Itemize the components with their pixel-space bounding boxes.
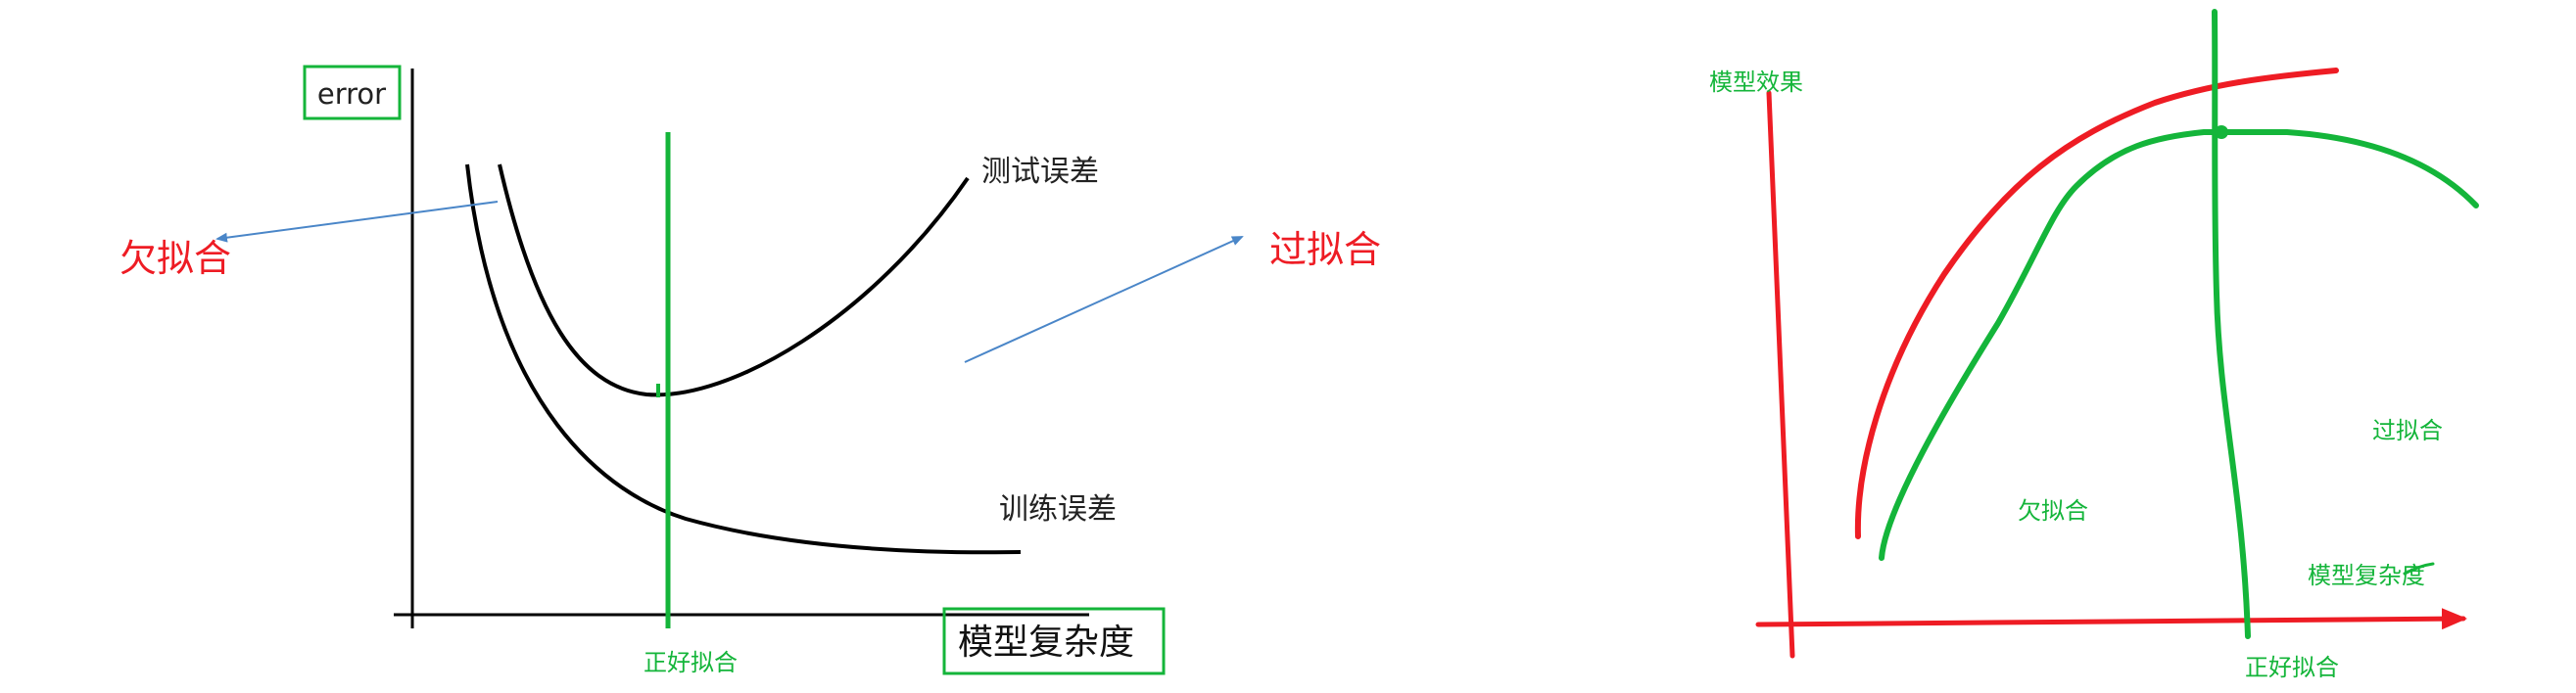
y-axis-label-error: error (317, 77, 386, 111)
right-x-axis (1755, 608, 2467, 630)
right-underfit-label: 欠拟合 (2018, 497, 2088, 525)
right-y-axis (1766, 90, 1795, 659)
left-underfit-label: 欠拟合 (119, 237, 231, 280)
right-overfit-label: 过拟合 (2372, 417, 2443, 444)
underfit-arrow (215, 201, 499, 243)
right-good-fit-label: 正好拟合 (2245, 654, 2339, 681)
left-good-fit-label: 正好拟合 (644, 649, 738, 676)
diagram-canvas: error 模型复杂度 测试误差 训练误差 正好拟合 欠拟合 过拟合 模型效果 (119, 9, 2479, 681)
train-error-curve (465, 163, 1022, 555)
right-red-curve (1854, 68, 2339, 539)
right-intersection-dot (2215, 125, 2228, 139)
right-performance-diagram: 模型效果 正好拟合 欠拟合 过拟合 模型复杂度 (1709, 9, 2479, 681)
right-y-axis-label: 模型效果 (1709, 69, 1803, 96)
right-green-curve (1879, 129, 2479, 561)
left-overfit-label: 过拟合 (1269, 228, 1381, 271)
test-error-label: 测试误差 (981, 155, 1099, 189)
left-error-diagram: error 模型复杂度 测试误差 训练误差 正好拟合 欠拟合 过拟合 (119, 65, 1381, 676)
test-error-curve (498, 163, 970, 397)
overfit-arrow (964, 236, 1244, 363)
x-axis-label-complexity: 模型复杂度 (958, 623, 1134, 663)
right-x-axis-label: 模型复杂度 (2308, 562, 2425, 589)
train-error-label: 训练误差 (999, 492, 1117, 527)
right-good-fit-line (2212, 9, 2251, 639)
